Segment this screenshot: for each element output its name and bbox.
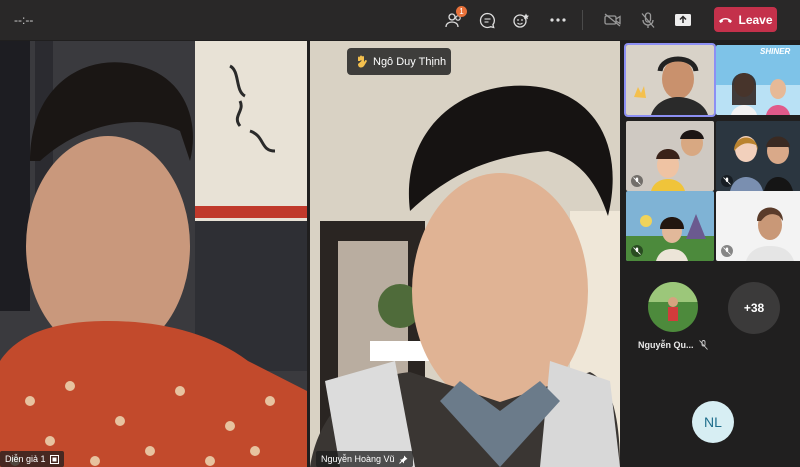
leave-label: Leave	[738, 12, 773, 27]
raised-hand-indicator: Ngô Duy Thịnh	[347, 48, 451, 75]
chat-icon	[479, 12, 495, 28]
reactions-button[interactable]	[508, 6, 536, 34]
spotlight-icon	[49, 454, 59, 464]
raised-hand-name: Ngô Duy Thịnh	[373, 55, 447, 68]
share-icon	[675, 14, 691, 26]
chat-button[interactable]	[473, 6, 501, 34]
overflow-count: +38	[743, 301, 765, 315]
mic-off-indicator	[631, 175, 643, 187]
participant-thumb[interactable]	[716, 121, 800, 191]
speaker-video	[0, 41, 307, 467]
toolbar-divider	[582, 10, 583, 30]
camera-toggle-button[interactable]	[599, 6, 627, 34]
mic-off-icon	[723, 247, 731, 255]
more-icon	[550, 18, 566, 22]
video-tile-left[interactable]: Diễn giả 1	[0, 41, 307, 467]
leave-button[interactable]: Leave	[714, 7, 777, 32]
overflow-participants-button[interactable]: +38	[728, 282, 780, 334]
participant-thumb[interactable]	[626, 121, 714, 191]
left-tile-name-tag: Diễn giả 1	[0, 451, 64, 467]
participant-thumb[interactable]	[626, 191, 714, 261]
initials-avatar[interactable]: NL	[692, 401, 734, 443]
left-tile-name: Diễn giả 1	[5, 454, 46, 464]
mic-off-indicator	[721, 175, 733, 187]
participants-badge: 1	[456, 6, 467, 17]
avatar-photo	[648, 282, 698, 332]
participant-thumb[interactable]: SHINER	[716, 45, 800, 115]
phone-icon	[719, 17, 733, 23]
center-tile-name: Nguyễn Hoàng Vũ	[321, 454, 395, 464]
mic-off-icon	[633, 247, 641, 255]
more-options-button[interactable]	[544, 6, 572, 34]
mic-toggle-button[interactable]	[634, 6, 662, 34]
participant-name-row: Nguyễn Qu...	[638, 340, 708, 350]
reactions-icon	[513, 13, 529, 28]
mic-off-indicator	[631, 245, 643, 257]
video-tile-center[interactable]: Nguyễn Hoàng Vũ	[310, 41, 620, 467]
mic-off-icon	[723, 177, 731, 185]
camera-off-icon	[604, 13, 621, 27]
participant-name: Nguyễn Qu...	[638, 340, 694, 350]
initials-text: NL	[704, 414, 722, 430]
mic-off-icon	[633, 177, 641, 185]
mic-off-indicator	[721, 245, 733, 257]
mic-off-icon	[698, 340, 708, 350]
raised-hand-icon	[358, 55, 367, 68]
participant-video	[626, 45, 714, 115]
pin-icon	[398, 455, 408, 464]
center-tile-name-tag: Nguyễn Hoàng Vũ	[316, 451, 413, 467]
participants-button[interactable]: 1	[440, 6, 468, 34]
share-screen-button[interactable]	[669, 6, 697, 34]
participant-avatar[interactable]	[648, 282, 698, 332]
participant-thumb[interactable]	[626, 45, 714, 115]
participant-video	[310, 41, 620, 467]
mic-off-icon	[641, 11, 655, 28]
meeting-toolbar: --:-- 1 Leave	[0, 0, 800, 40]
participant-thumb[interactable]	[716, 191, 800, 261]
participant-rail: SHINER Nguyễn Qu... +38 NL	[622, 41, 800, 467]
meeting-timer: --:--	[14, 13, 34, 27]
thumb-overlay-text: SHINER	[760, 47, 791, 56]
